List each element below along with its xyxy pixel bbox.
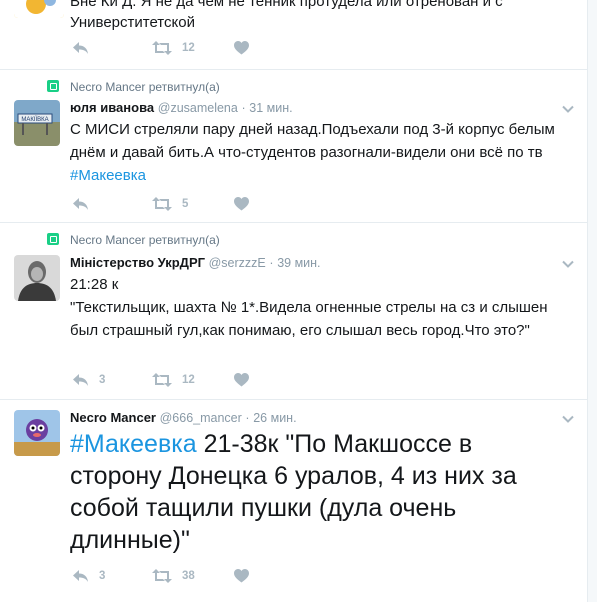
retweet-badge-icon	[47, 80, 59, 92]
retweet-button[interactable]: 12	[152, 370, 195, 390]
display-name[interactable]: Міністерство УкрДРГ	[70, 255, 205, 270]
tweet-text: #Макеевка 21-38к "По Макшоссе в сторону …	[70, 430, 517, 554]
tweet-menu-button[interactable]	[562, 257, 574, 269]
chevron-down-icon	[562, 260, 574, 268]
retweet-button[interactable]: 5	[152, 194, 188, 214]
display-name[interactable]: Necro Mancer	[70, 410, 156, 425]
avatar[interactable]	[14, 0, 64, 18]
heart-icon	[234, 373, 249, 387]
retweet-icon	[152, 569, 172, 583]
timestamp[interactable]: 26 мин.	[253, 411, 296, 425]
retweet-icon	[152, 197, 172, 211]
avatar[interactable]: МАКІЇВКА	[14, 100, 60, 146]
like-button[interactable]	[234, 194, 259, 214]
reply-button[interactable]	[72, 194, 99, 214]
avatar[interactable]	[14, 410, 60, 456]
retweet-context: Necro Mancer ретвитнул(а)	[47, 80, 220, 94]
hashtag-link[interactable]: #Макеевка	[70, 430, 197, 458]
tweet-menu-button[interactable]	[562, 102, 574, 114]
reply-icon	[73, 570, 88, 582]
tweet-0[interactable]: Вне Ки Д. Я не да чем не тенник протудел…	[0, 0, 587, 70]
display-name[interactable]: юля иванова	[70, 100, 154, 115]
avatar-sign: МАКІЇВКА	[21, 116, 48, 123]
tweet-actions: 3 12	[70, 370, 270, 390]
reply-button[interactable]: 3	[72, 566, 105, 586]
tweet-actions: 5	[70, 194, 270, 214]
reply-button[interactable]	[72, 38, 99, 58]
retweet-button[interactable]: 38	[152, 566, 195, 586]
tweet-2[interactable]: Necro Mancer ретвитнул(а) Міністерство У…	[0, 223, 587, 400]
user-handle[interactable]: @serzzzE	[209, 256, 266, 270]
tweet-1[interactable]: Necro Mancer ретвитнул(а) МАКІЇВКА юля и…	[0, 70, 587, 223]
tweet-3[interactable]: Necro Mancer @666_mancer · 26 мин. #Маке…	[0, 400, 587, 602]
reply-icon	[73, 198, 88, 210]
heart-icon	[234, 569, 249, 583]
tweet-menu-button[interactable]	[562, 412, 574, 424]
scrollbar-track[interactable]	[588, 0, 597, 602]
chevron-down-icon	[562, 415, 574, 423]
retweet-button[interactable]: 12	[152, 38, 195, 58]
reply-icon	[73, 42, 88, 54]
heart-icon	[234, 197, 249, 211]
user-handle[interactable]: @666_mancer	[160, 411, 242, 425]
like-button[interactable]	[234, 566, 259, 586]
heart-icon	[234, 41, 249, 55]
tweet-text: С МИСИ стреляли пару дней назад.Подъехал…	[70, 121, 555, 184]
timestamp[interactable]: 39 мин.	[277, 256, 320, 270]
timeline: Вне Ки Д. Я не да чем не тенник протудел…	[0, 0, 588, 602]
reply-icon	[73, 374, 88, 386]
tweet-header: юля иванова @zusamelena · 31 мин.	[70, 100, 293, 115]
timestamp[interactable]: 31 мин.	[249, 101, 292, 115]
like-button[interactable]	[234, 370, 259, 390]
retweet-icon	[152, 373, 172, 387]
tweet-header: Necro Mancer @666_mancer · 26 мин.	[70, 410, 297, 425]
tweet-text: 21:28 к "Текстильщик, шахта № 1*.Видела …	[70, 276, 548, 339]
tweet-actions: 12	[70, 38, 270, 58]
retweet-context: Necro Mancer ретвитнул(а)	[47, 233, 220, 247]
tweet-text: Вне Ки Д. Я не да чем не тенник протудел…	[70, 0, 503, 31]
reply-button[interactable]: 3	[72, 370, 105, 390]
retweet-badge-icon	[47, 233, 59, 245]
retweet-icon	[152, 41, 172, 55]
hashtag-link[interactable]: #Макеевка	[70, 167, 146, 184]
user-handle[interactable]: @zusamelena	[158, 101, 238, 115]
tweet-actions: 3 38	[70, 566, 270, 586]
like-button[interactable]	[234, 38, 259, 58]
tweet-header: Міністерство УкрДРГ @serzzzE · 39 мин.	[70, 255, 321, 270]
avatar[interactable]	[14, 255, 60, 301]
chevron-down-icon	[562, 105, 574, 113]
